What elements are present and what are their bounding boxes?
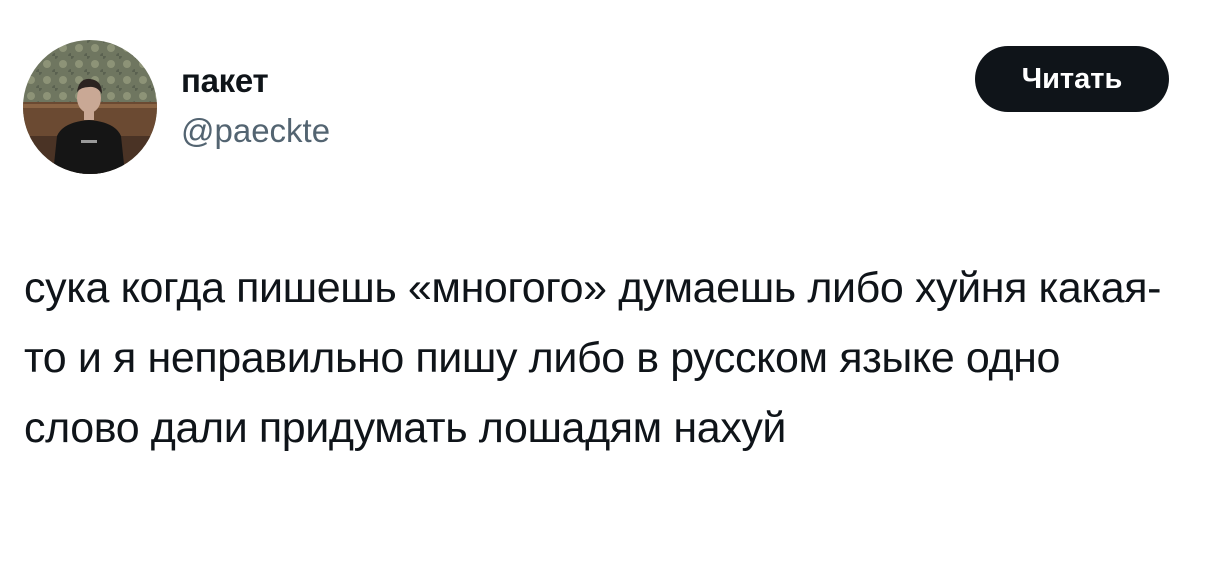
tweet-card: пакет @paeckte Читать сука когда пишешь … (0, 0, 1210, 586)
author-display-name[interactable]: пакет (181, 64, 269, 97)
author-avatar[interactable] (23, 40, 157, 174)
avatar-photo-icon (23, 40, 157, 174)
follow-button[interactable]: Читать (975, 46, 1169, 112)
tweet-text: сука когда пишешь «многого» думаешь либо… (24, 264, 1162, 452)
author-handle[interactable]: @paeckte (181, 114, 330, 147)
